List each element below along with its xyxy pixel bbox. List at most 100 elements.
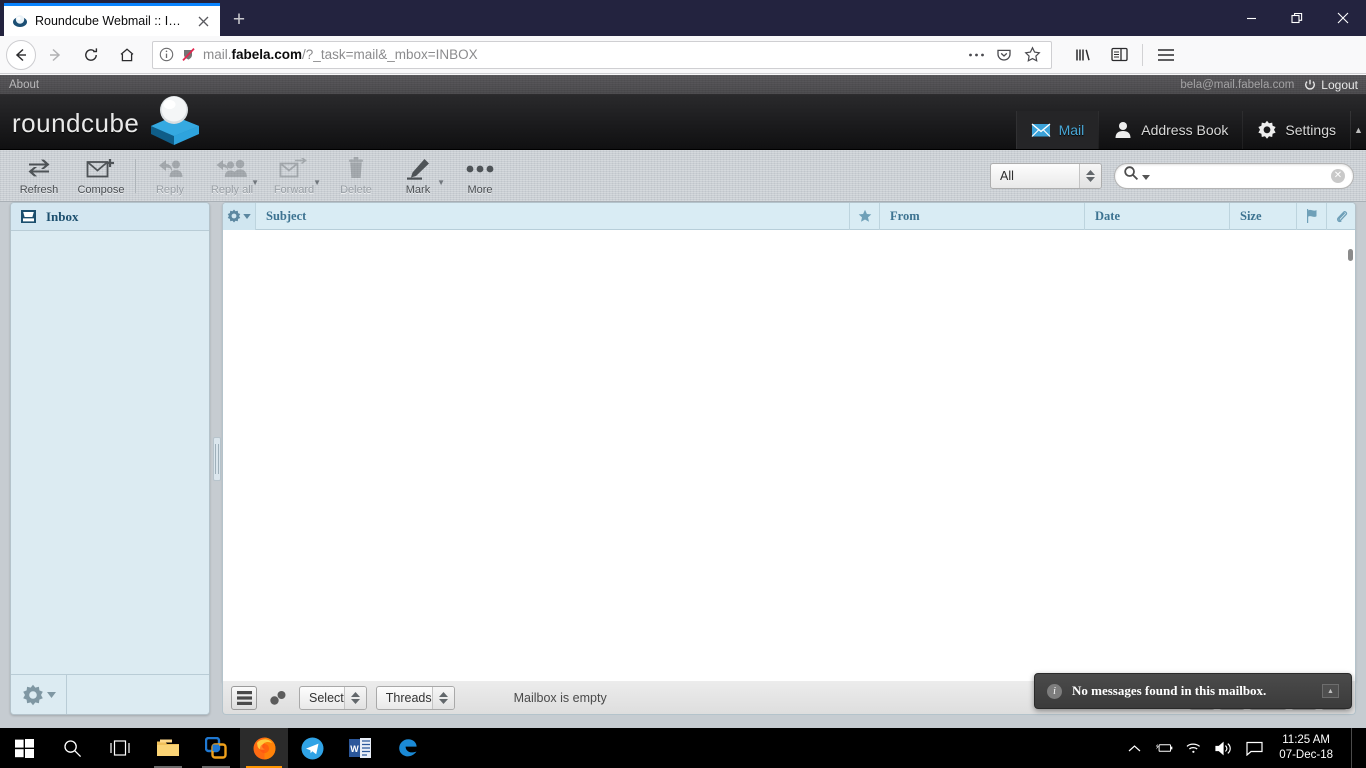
speaker-icon[interactable] [1215, 739, 1233, 757]
virtualbox-button[interactable] [192, 728, 240, 768]
select-spinner-icon[interactable] [343, 686, 366, 709]
telegram-button[interactable] [288, 728, 336, 768]
column-header-size[interactable]: Size [1230, 203, 1297, 230]
search-input[interactable] [1153, 168, 1328, 183]
scope-spinner-icon[interactable] [1079, 163, 1101, 188]
mark-label: Mark [405, 183, 431, 196]
message-list-header: Subject From Date Size [223, 203, 1355, 261]
select-dropdown[interactable]: Select [299, 685, 367, 710]
notification-icon[interactable] [1245, 739, 1263, 757]
mail-body: Inbox Subject From Date Size Select Thre… [0, 202, 1366, 728]
pocket-icon[interactable] [991, 42, 1017, 68]
column-header-from[interactable]: From [880, 203, 1085, 230]
forward-button[interactable]: Forward ▼ [263, 152, 325, 200]
maximize-icon[interactable] [1274, 0, 1320, 36]
edge-button[interactable] [384, 728, 432, 768]
word-button[interactable]: W [336, 728, 384, 768]
compose-label: Compose [77, 183, 125, 196]
task-view-icon [110, 740, 130, 756]
url-bar[interactable]: mail.fabela.com/?_task=mail&_mbox=INBOX [152, 40, 1052, 69]
message-list: Subject From Date Size [222, 202, 1356, 682]
threads-dropdown-label: Threads [385, 690, 432, 705]
hamburger-menu-icon[interactable] [1149, 40, 1183, 70]
tab-address-book[interactable]: Address Book [1098, 111, 1242, 149]
refresh-button[interactable]: Refresh [8, 152, 70, 200]
chevron-up-icon[interactable] [1125, 739, 1143, 757]
tab-settings[interactable]: Settings [1242, 111, 1350, 149]
firefox-button[interactable] [240, 728, 288, 768]
tabs-collapse-icon[interactable]: ▲ [1350, 111, 1366, 149]
tab-mail[interactable]: Mail [1015, 111, 1099, 149]
reload-icon[interactable] [74, 40, 108, 70]
refresh-label: Refresh [19, 183, 59, 196]
minimize-icon[interactable] [1228, 0, 1274, 36]
forward-icon [279, 156, 309, 182]
new-tab-button[interactable]: + [220, 3, 258, 36]
mark-caret-icon[interactable]: ▼ [437, 178, 445, 187]
window-close-icon[interactable] [1320, 0, 1366, 36]
list-options-gear-icon[interactable] [223, 203, 256, 230]
about-link[interactable]: About [0, 79, 39, 91]
sidebar-item-inbox[interactable]: Inbox [11, 203, 209, 231]
url-actions [963, 42, 1045, 68]
folder-actions-button[interactable] [11, 674, 67, 714]
threads-view-icon [270, 690, 286, 705]
sidebar-icon[interactable] [1102, 40, 1136, 70]
mark-button[interactable]: Mark ▼ [387, 152, 449, 200]
library-icon[interactable] [1066, 40, 1100, 70]
browser-tab-active[interactable]: Roundcube Webmail :: Inbox [4, 3, 220, 36]
clock[interactable]: 11:25 AM 07-Dec-18 [1275, 733, 1333, 763]
chevron-down-icon [243, 213, 251, 219]
wifi-icon[interactable] [1185, 739, 1203, 757]
column-header-flag[interactable] [1297, 203, 1327, 230]
list-view-icon [236, 690, 252, 705]
more-button[interactable]: More [449, 152, 511, 200]
reply-button[interactable]: Reply [139, 152, 201, 200]
reply-all-caret-icon[interactable]: ▼ [251, 178, 259, 187]
delete-button[interactable]: Delete [325, 152, 387, 200]
virtualbox-icon [205, 737, 227, 759]
tracking-protection-disabled-icon[interactable] [181, 47, 197, 63]
list-view-button[interactable] [231, 685, 257, 710]
tab-strip: Roundcube Webmail :: Inbox + [0, 0, 258, 36]
threads-spinner-icon[interactable] [431, 686, 454, 709]
column-header-attachment[interactable] [1327, 203, 1355, 230]
back-arrow-icon[interactable] [6, 39, 36, 70]
start-button[interactable] [0, 728, 48, 768]
star-icon[interactable] [1019, 42, 1045, 68]
threads-view-button[interactable] [266, 686, 290, 710]
search-button[interactable] [48, 728, 96, 768]
select-dropdown-label: Select [309, 690, 344, 705]
notification-toast[interactable]: i No messages found in this mailbox. ▲ [1034, 673, 1352, 709]
reply-all-button[interactable]: Reply all ▼ [201, 152, 263, 200]
tab-title: Roundcube Webmail :: Inbox [35, 14, 187, 28]
logout-button[interactable]: Logout [1304, 78, 1358, 92]
forward-caret-icon[interactable]: ▼ [313, 178, 321, 187]
search-scope-caret-icon[interactable] [1142, 167, 1150, 185]
list-scrollbar[interactable] [1348, 249, 1353, 261]
compose-button[interactable]: Compose [70, 152, 132, 200]
sidebar-item-inbox-label: Inbox [46, 208, 79, 224]
person-icon [1115, 122, 1131, 138]
svg-text:W: W [350, 744, 359, 754]
column-header-star[interactable] [850, 203, 880, 230]
column-header-date[interactable]: Date [1085, 203, 1230, 230]
splitter-grip-icon[interactable] [213, 436, 221, 481]
mail-toolbar: Refresh Compose Reply Reply all ▼ Forwar… [0, 150, 1366, 202]
threads-dropdown[interactable]: Threads [375, 685, 455, 710]
ellipsis-icon[interactable] [963, 42, 989, 68]
file-explorer-button[interactable] [144, 728, 192, 768]
search-box[interactable]: ✕ [1114, 162, 1354, 189]
clear-circle-icon[interactable]: ✕ [1331, 168, 1345, 183]
task-view-button[interactable] [96, 728, 144, 768]
info-circle-icon[interactable] [159, 47, 175, 63]
home-icon[interactable] [110, 40, 144, 70]
search-scope-select[interactable]: All [990, 162, 1102, 189]
collapse-icon[interactable]: ▲ [1322, 684, 1339, 698]
show-desktop-button[interactable] [1351, 728, 1358, 768]
column-header-subject[interactable]: Subject [256, 203, 850, 230]
battery-charging-icon[interactable] [1155, 739, 1173, 757]
tab-close-icon[interactable] [194, 12, 212, 30]
roundcube-nav-tabs: Mail Address Book Settings ▲ [1015, 111, 1366, 149]
magnifier-icon[interactable] [1123, 165, 1139, 186]
